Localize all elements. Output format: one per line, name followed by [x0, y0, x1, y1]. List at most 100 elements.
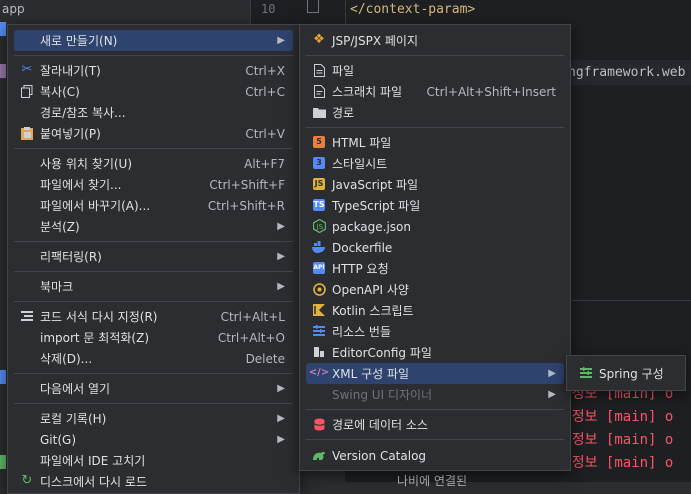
line-number: 10 [261, 2, 276, 16]
context-menu: 새로 만들기(N) ▶ ✂ 잘라내기(T) Ctrl+X 복사(C) Ctrl+… [7, 24, 300, 494]
nodejs-icon: JS [312, 219, 326, 233]
xml-icon: </> [308, 367, 330, 378]
scratch-file-icon [312, 84, 326, 98]
menu-item-label: 경로/참조 복사... [40, 106, 126, 120]
menu-item-label: 파일에서 찾기... [40, 178, 122, 192]
menu-item-reformat-code[interactable]: 코드 서식 다시 지정(R) Ctrl+Alt+L [14, 306, 293, 327]
menu-item-fix-ide[interactable]: 파일에서 IDE 고치기 [14, 450, 293, 471]
tree-indicator [0, 455, 6, 469]
menu-item-refactor[interactable]: 리팩터링(R) ▶ [14, 246, 293, 267]
menu-item-label: import 문 최적화(Z) [40, 331, 149, 345]
submenu-item-package-json[interactable]: JS package.json [306, 216, 564, 237]
tree-indicator [0, 22, 6, 36]
submenu-arrow-icon: ▶ [277, 221, 285, 232]
menu-item-label: 로컬 기록(H) [40, 412, 107, 426]
menu-item-label: 파일에서 IDE 고치기 [40, 454, 146, 468]
menu-item-shortcut: Ctrl+V [245, 126, 285, 141]
spring-icon [579, 366, 593, 380]
reload-icon: ↻ [21, 473, 33, 488]
submenu-item-stylesheet[interactable]: 3 스타일시트 [306, 153, 564, 174]
submenu-arrow-icon: ▶ [548, 368, 556, 379]
menu-separator [14, 301, 293, 302]
submenu-item-directory[interactable]: 경로 [306, 102, 564, 123]
submenu-item-dockerfile[interactable]: Dockerfile [306, 237, 564, 258]
submenu-item-editorconfig[interactable]: EditorConfig 파일 [306, 342, 564, 363]
menu-item-label: OpenAPI 사양 [332, 283, 409, 297]
menu-item-shortcut: Ctrl+Alt+L [220, 309, 285, 324]
menu-separator [14, 241, 293, 242]
submenu-item-jsp[interactable]: ❖ JSP/JSPX 페이지 [306, 30, 564, 51]
menu-item-analyze[interactable]: 분석(Z) ▶ [14, 216, 293, 237]
submenu-item-xml-config[interactable]: </> XML 구성 파일 ▶ [306, 363, 564, 384]
menu-item-replace-in-files[interactable]: 파일에서 바꾸기(A)... Ctrl+Shift+R [14, 195, 293, 216]
menu-item-cut[interactable]: ✂ 잘라내기(T) Ctrl+X [14, 60, 293, 81]
menu-item-shortcut: Alt+F7 [244, 156, 285, 171]
submenu-item-data-source[interactable]: 경로에 데이터 소스 [306, 414, 564, 435]
submenu-arrow-icon: ▶ [277, 35, 285, 46]
folder-icon [312, 105, 326, 119]
menu-item-label: 복사(C) [40, 85, 80, 99]
menu-item-label: JSP/JSPX 페이지 [332, 34, 418, 48]
submenu-item-resource-bundle[interactable]: 리소스 번들 [306, 321, 564, 342]
menu-item-paste[interactable]: 붙여넣기(P) Ctrl+V [14, 123, 293, 144]
menu-item-label: TypeScript 파일 [332, 199, 421, 213]
menu-item-bookmarks[interactable]: 북마크 ▶ [14, 276, 293, 297]
resource-bundle-icon [312, 324, 326, 338]
menu-item-label: 잘라내기(T) [40, 64, 101, 78]
menu-item-delete[interactable]: 삭제(D)... Delete [14, 348, 293, 369]
submenu-arrow-icon: ▶ [277, 281, 285, 292]
submenu-item-javascript-file[interactable]: JS JavaScript 파일 [306, 174, 564, 195]
scissors-icon: ✂ [21, 62, 33, 77]
editorconfig-icon [312, 345, 326, 359]
menu-item-label: 코드 서식 다시 지정(R) [40, 310, 158, 324]
menu-item-local-history[interactable]: 로컬 기록(H) ▶ [14, 408, 293, 429]
submenu-arrow-icon: ▶ [277, 251, 285, 262]
menu-item-git[interactable]: Git(G) ▶ [14, 429, 293, 450]
submenu-item-typescript-file[interactable]: TS TypeScript 파일 [306, 195, 564, 216]
menu-item-label: 새로 만들기(N) [40, 34, 118, 48]
menu-item-new[interactable]: 새로 만들기(N) ▶ [14, 30, 293, 51]
menu-item-shortcut: Ctrl+X [245, 63, 285, 78]
submenu-item-scratch-file[interactable]: 스크래치 파일 Ctrl+Alt+Shift+Insert [306, 81, 564, 102]
menu-item-open-in[interactable]: 다음에서 열기 ▶ [14, 378, 293, 399]
submenu-item-spring-config[interactable]: Spring 구성 [573, 363, 679, 384]
submenu-item-file[interactable]: 파일 [306, 60, 564, 81]
menu-item-label: 북마크 [40, 280, 74, 294]
menu-item-shortcut: Ctrl+Alt+O [217, 330, 285, 345]
css-icon: 3 [312, 156, 326, 170]
menu-separator [14, 55, 293, 56]
database-icon [312, 417, 326, 431]
menu-item-shortcut: Delete [245, 351, 285, 366]
menu-item-label: XML 구성 파일 [332, 367, 410, 381]
menu-item-optimize-imports[interactable]: import 문 최적화(Z) Ctrl+Alt+O [14, 327, 293, 348]
menu-item-copy-path[interactable]: 경로/참조 복사... [14, 102, 293, 123]
submenu-item-kotlin-script[interactable]: Kotlin 스크립트 [306, 300, 564, 321]
kotlin-icon [312, 303, 326, 317]
menu-item-label: Swing UI 디자이너 [332, 388, 433, 402]
submenu-item-html-file[interactable]: 5 HTML 파일 [306, 132, 564, 153]
paste-icon [20, 126, 34, 140]
menu-separator [306, 409, 564, 410]
menu-item-label: 다음에서 열기 [40, 382, 111, 396]
code-line: </context-param> [350, 2, 476, 17]
submenu-item-http-request[interactable]: API HTTP 요청 [306, 258, 564, 279]
project-label: app [2, 2, 25, 16]
menu-item-label: 리소스 번들 [332, 325, 392, 339]
menu-item-label: Version Catalog [332, 448, 427, 463]
reformat-icon [20, 309, 34, 323]
menu-item-reload-from-disk[interactable]: ↻ 디스크에서 다시 로드 [14, 471, 293, 492]
menu-item-shortcut: Ctrl+Alt+Shift+Insert [426, 84, 556, 99]
submenu-item-version-catalog[interactable]: Version Catalog [306, 445, 564, 466]
menu-item-find-in-files[interactable]: 파일에서 찾기... Ctrl+Shift+F [14, 174, 293, 195]
menu-item-find-usages[interactable]: 사용 위치 찾기(U) Alt+F7 [14, 153, 293, 174]
menu-item-label: HTML 파일 [332, 136, 392, 150]
jsp-icon: ❖ [313, 32, 325, 47]
menu-item-label: 파일 [332, 64, 355, 78]
menu-item-copy[interactable]: 복사(C) Ctrl+C [14, 81, 293, 102]
menu-item-shortcut: Ctrl+Shift+R [207, 198, 285, 213]
new-submenu: ❖ JSP/JSPX 페이지 파일 스크래치 파일 Ctrl+Alt+Shift… [299, 24, 571, 471]
menu-item-label: HTTP 요청 [332, 262, 389, 276]
submenu-item-openapi[interactable]: OpenAPI 사양 [306, 279, 564, 300]
menu-item-label: Kotlin 스크립트 [332, 304, 414, 318]
menu-item-label: Dockerfile [332, 240, 393, 255]
